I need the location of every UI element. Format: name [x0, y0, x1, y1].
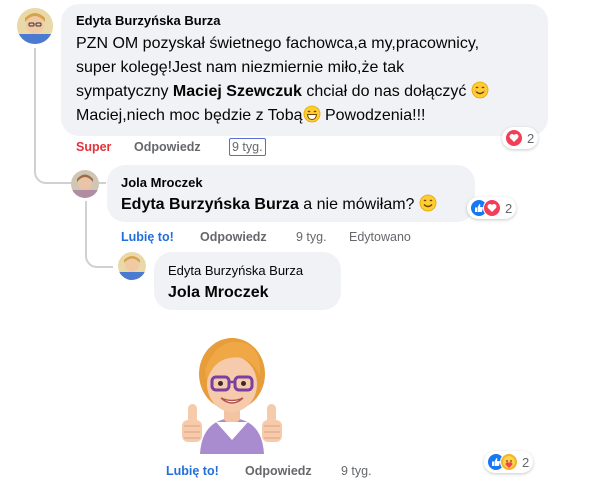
comment-line-fragment: chciał do nas dołączyć: [301, 83, 467, 100]
grinning-face-emoji: [303, 105, 320, 123]
comment-line-fragment: Maciej,niech moc będzie z Tobą: [76, 107, 303, 124]
sticker-image: [176, 332, 288, 454]
comment-line: super kolegę!Jest nam niezmiernie miło,ż…: [76, 59, 405, 76]
comment-text: PZN OM pozyskał świetnego fachowca,a my,…: [76, 32, 546, 128]
comment-author[interactable]: Edyta Burzyńska Burza: [76, 13, 221, 28]
comment-actions-3: Lubię to! Odpowiedz 9 tyg.: [0, 464, 592, 482]
love-heart-icon: [483, 199, 501, 217]
reaction-super-button[interactable]: Super: [76, 140, 111, 154]
comment-actions-1: Super Odpowiedz 9 tyg.: [0, 138, 592, 158]
mention-jola[interactable]: Jola Mroczek: [168, 284, 268, 301]
edited-label: Edytowano: [349, 230, 411, 244]
avatar-edyta-image: [17, 8, 53, 44]
reply-button[interactable]: Odpowiedz: [200, 230, 267, 244]
comment-line-fragment: Powodzenia!!!: [320, 107, 426, 124]
comment-bubble-3: Edyta Burzyńska Burza Jola Mroczek: [154, 252, 341, 310]
comment-author[interactable]: Edyta Burzyńska Burza: [168, 263, 303, 278]
reaction-count: 2: [505, 200, 513, 216]
reply-button[interactable]: Odpowiedz: [245, 464, 312, 478]
comment-line: Maciej,niech moc będzie z Tobą Powodzeni…: [76, 104, 546, 128]
comment-line-fragment: a nie mówiłam?: [298, 196, 419, 213]
reply-button[interactable]: Odpowiedz: [134, 140, 201, 154]
comment-line: sympatyczny Maciej Szewczuk chciał do na…: [76, 80, 546, 104]
comment-line-fragment: sympatyczny: [76, 83, 173, 100]
comment-bubble-2: Jola Mroczek Edyta Burzyńska Burza a nie…: [107, 165, 475, 222]
smiling-face-emoji: [471, 81, 489, 99]
like-button[interactable]: Lubię to!: [121, 230, 174, 244]
avatar-edyta-image: [118, 252, 146, 280]
avatar-edyta[interactable]: [17, 8, 53, 44]
mention-maciej[interactable]: Maciej Szewczuk: [173, 83, 302, 100]
smiling-face-emoji: [419, 194, 437, 212]
like-button[interactable]: Lubię to!: [166, 464, 219, 478]
avatar-jola[interactable]: [71, 170, 99, 198]
mention-edyta[interactable]: Edyta Burzyńska Burza: [121, 196, 299, 213]
avatar-edyta[interactable]: [118, 252, 146, 280]
avatar-jola-image: [71, 170, 99, 198]
timestamp[interactable]: 9 tyg.: [229, 138, 266, 156]
timestamp[interactable]: 9 tyg.: [296, 230, 327, 244]
reaction-summary-2[interactable]: 2: [467, 197, 517, 219]
comment-actions-2: Lubię to! Odpowiedz 9 tyg. Edytowano: [0, 230, 592, 248]
comment-line: PZN OM pozyskał świetnego fachowca,a my,…: [76, 35, 480, 52]
thumbs-up-avatar-sticker: [182, 338, 282, 454]
comment-text: Jola Mroczek: [168, 281, 268, 305]
timestamp[interactable]: 9 tyg.: [341, 464, 372, 478]
comment-author[interactable]: Jola Mroczek: [121, 175, 203, 190]
comment-bubble-1: Edyta Burzyńska Burza PZN OM pozyskał św…: [61, 4, 548, 136]
comment-text: Edyta Burzyńska Burza a nie mówiłam?: [121, 193, 437, 217]
